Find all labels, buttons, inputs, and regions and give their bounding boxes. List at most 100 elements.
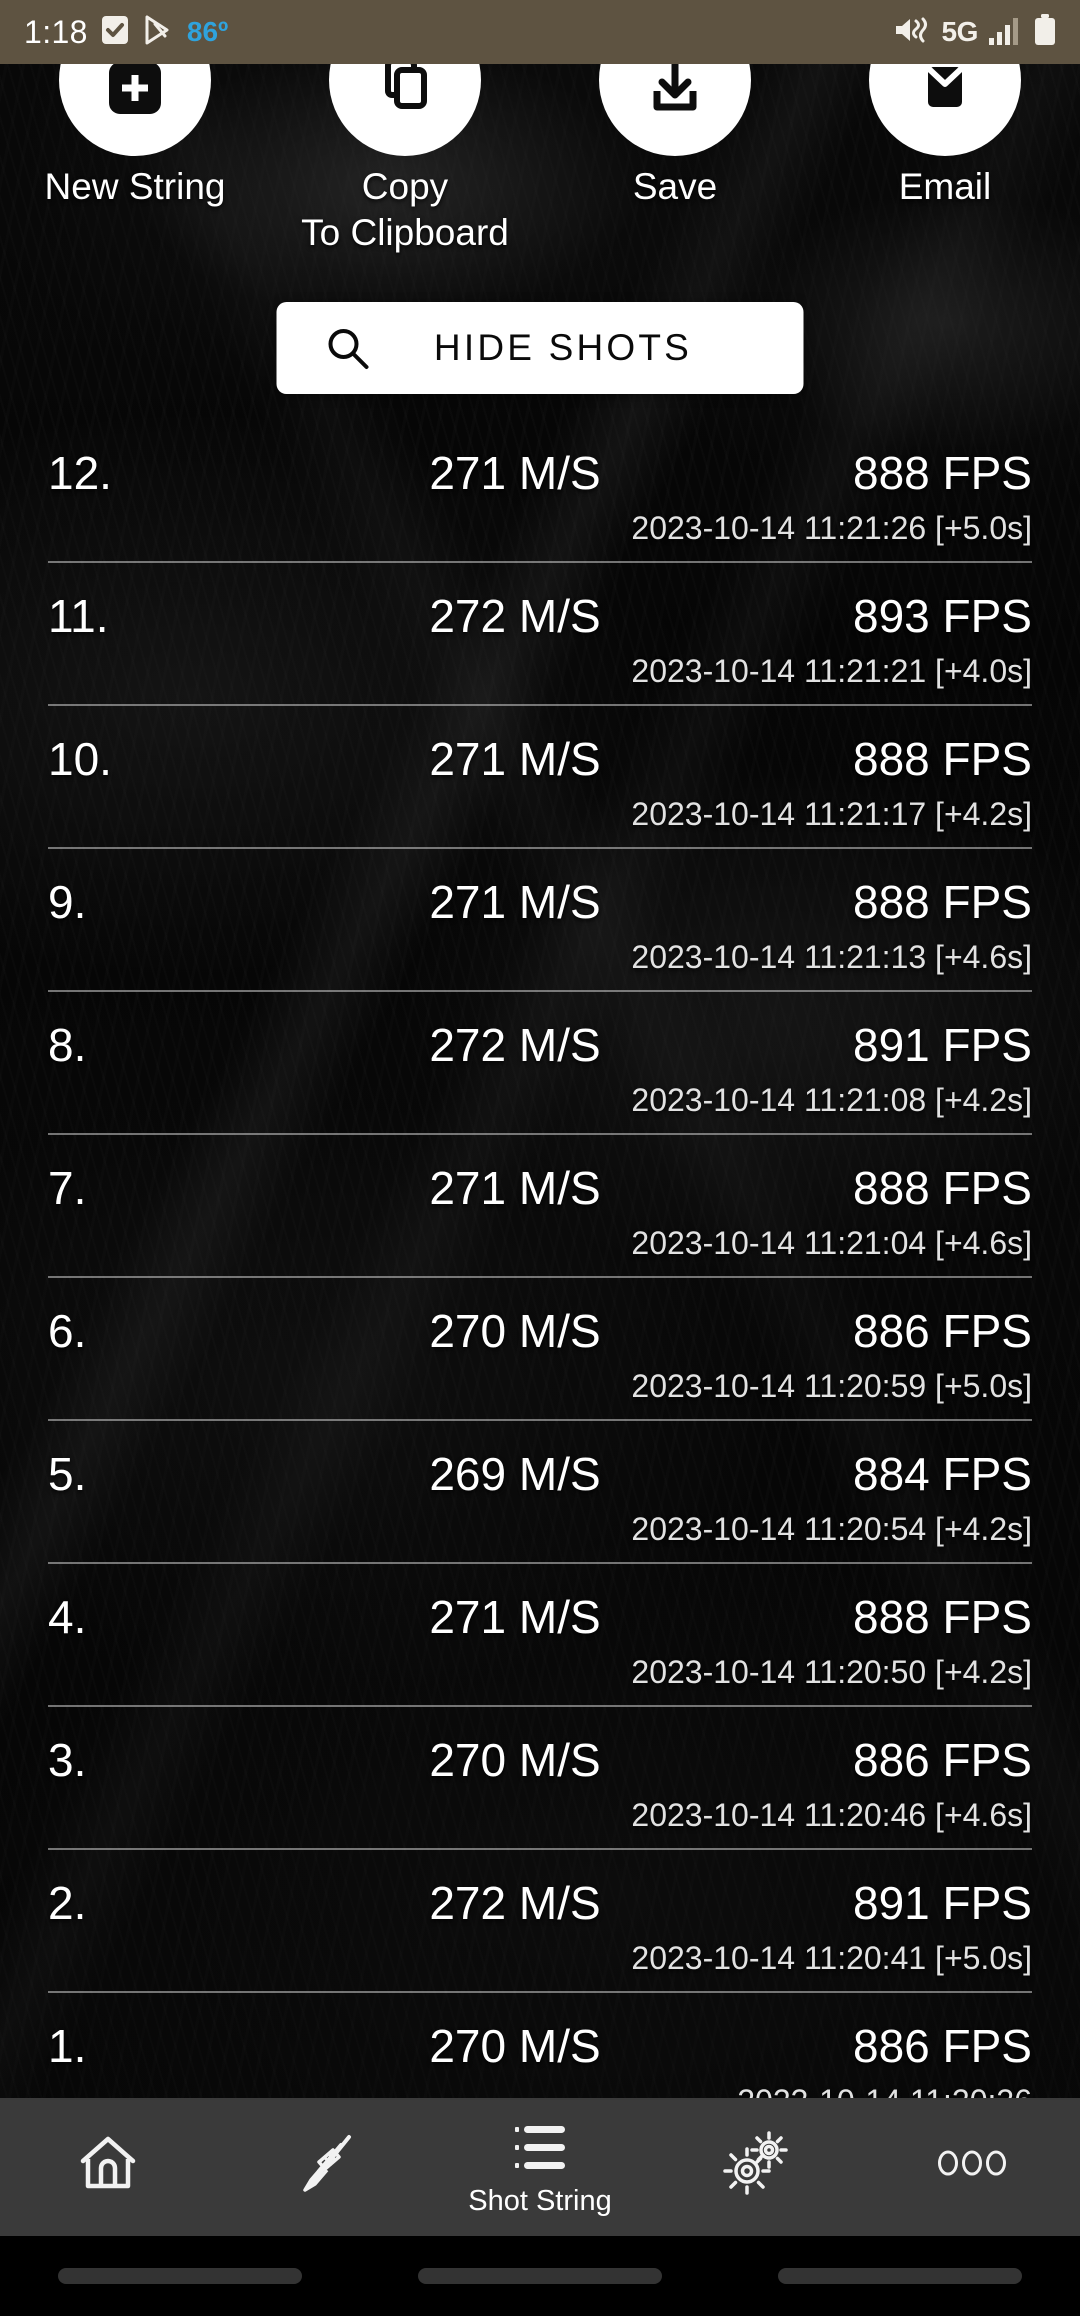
shot-speed-fps: 884 FPS: [853, 1448, 1032, 1500]
shot-speed-fps: 886 FPS: [853, 1734, 1032, 1786]
shot-speed-ms: 272 M/S: [429, 1019, 601, 1071]
nav-item-settings[interactable]: [648, 2098, 864, 2236]
shot-speed-ms: 272 M/S: [429, 590, 601, 642]
shot-speed-fps: 891 FPS: [853, 1019, 1032, 1071]
action-toolbar: New String Copy To Clipboard Save Email: [0, 4, 1080, 256]
shot-timestamp: 2023-10-14 11:20:54 [+4.2s]: [631, 1511, 1032, 1547]
bottom-navigation-bar: Shot String: [0, 2098, 1080, 2236]
shot-index: 12.: [48, 447, 112, 499]
save-button[interactable]: Save: [540, 4, 810, 256]
copy-to-clipboard-button[interactable]: Copy To Clipboard: [270, 4, 540, 256]
status-bar-left: 1:18 86º: [24, 14, 228, 51]
status-bar-clock: 1:18: [24, 13, 88, 50]
shot-timestamp: 2023-10-14 11:21:21 [+4.0s]: [631, 653, 1032, 689]
weather-temperature: 86º: [186, 16, 229, 47]
shot-timestamp: 2023-10-14 11:20:50 [+4.2s]: [631, 1654, 1032, 1690]
table-row[interactable]: 2. 272 M/S 891 FPS 2023-10-14 11:20:41 […: [0, 1850, 1080, 1993]
shot-index: 9.: [48, 876, 87, 928]
email-label: Email: [898, 166, 992, 207]
shot-row-main: 7. 271 M/S 888 FPS: [48, 1135, 1032, 1211]
shot-timestamp: 2023-10-14 11:20:41 [+5.0s]: [631, 1940, 1032, 1976]
gears-icon: [720, 2129, 792, 2202]
shot-timestamp: 2023-10-14 11:21:26 [+5.0s]: [631, 510, 1032, 546]
nav-item-home[interactable]: [0, 2098, 216, 2236]
system-nav-recents-button[interactable]: [58, 2268, 302, 2284]
shot-index: 4.: [48, 1591, 87, 1643]
shot-timestamp: 2023-10-14 11:21:17 [+4.2s]: [631, 796, 1032, 832]
rifle-icon: [289, 2130, 359, 2201]
home-icon: [75, 2130, 141, 2201]
system-nav-back-button[interactable]: [778, 2268, 1022, 2284]
app-screen: 1:18 86º 5G New String Copy To Clipboard…: [0, 0, 1080, 2316]
shot-speed-fps: 891 FPS: [853, 1877, 1032, 1929]
shot-row-main: 6. 270 M/S 886 FPS: [48, 1278, 1032, 1354]
copy-to-clipboard-label: Copy To Clipboard: [301, 166, 509, 253]
checkbox-checked-icon: [101, 15, 129, 50]
nav-item-shot-string-label: Shot String: [468, 2185, 612, 2217]
shot-timestamp: 2023-10-14 11:21:08 [+4.2s]: [631, 1082, 1032, 1118]
shot-speed-fps: 888 FPS: [853, 1591, 1032, 1643]
network-type-label: 5G: [941, 16, 978, 47]
shot-speed-fps: 888 FPS: [853, 876, 1032, 928]
table-row[interactable]: 11. 272 M/S 893 FPS 2023-10-14 11:21:21 …: [0, 563, 1080, 706]
nav-item-more[interactable]: [864, 2098, 1080, 2236]
shot-speed-ms: 271 M/S: [429, 1591, 601, 1643]
search-icon: [325, 325, 371, 371]
shot-speed-ms: 270 M/S: [429, 2020, 601, 2072]
new-string-button[interactable]: New String: [0, 4, 270, 256]
shot-row-main: 2. 272 M/S 891 FPS: [48, 1850, 1032, 1926]
shot-speed-ms: 271 M/S: [429, 447, 601, 499]
shot-index: 7.: [48, 1162, 87, 1214]
nav-item-rifle[interactable]: [216, 2098, 432, 2236]
system-nav-home-button[interactable]: [418, 2268, 662, 2284]
table-row[interactable]: 12. 271 M/S 888 FPS 2023-10-14 11:21:26 …: [0, 420, 1080, 563]
table-row[interactable]: 9. 271 M/S 888 FPS 2023-10-14 11:21:13 […: [0, 849, 1080, 992]
shot-speed-fps: 888 FPS: [853, 733, 1032, 785]
shot-speed-ms: 269 M/S: [429, 1448, 601, 1500]
table-row[interactable]: 4. 271 M/S 888 FPS 2023-10-14 11:20:50 […: [0, 1564, 1080, 1707]
shot-speed-ms: 271 M/S: [429, 733, 601, 785]
shot-speed-fps: 893 FPS: [853, 590, 1032, 642]
system-navigation-bar: [0, 2236, 1080, 2316]
shot-index: 11.: [48, 590, 109, 642]
more-dots-icon: [934, 2145, 1010, 2186]
hide-shots-label: HIDE SHOTS: [433, 327, 693, 368]
table-row[interactable]: 3. 270 M/S 886 FPS 2023-10-14 11:20:46 […: [0, 1707, 1080, 1850]
shot-timestamp: 2023-10-14 11:21:04 [+4.6s]: [631, 1225, 1032, 1261]
shot-row-main: 9. 271 M/S 888 FPS: [48, 849, 1032, 925]
status-bar-right: 5G: [892, 13, 1056, 51]
shot-index: 10.: [48, 733, 112, 785]
hide-shots-button[interactable]: HIDE SHOTS: [276, 302, 804, 394]
mute-vibrate-icon: [892, 15, 930, 50]
shot-index: 2.: [48, 1877, 87, 1929]
table-row[interactable]: 8. 272 M/S 891 FPS 2023-10-14 11:21:08 […: [0, 992, 1080, 1135]
shot-timestamp: 2023-10-14 11:20:46 [+4.6s]: [631, 1797, 1032, 1833]
save-label: Save: [632, 166, 718, 207]
list-icon: [507, 2118, 573, 2183]
shot-index: 1.: [48, 2020, 87, 2072]
battery-icon: [1034, 13, 1056, 51]
shot-row-main: 12. 271 M/S 888 FPS: [48, 420, 1032, 496]
nav-item-shot-string[interactable]: Shot String: [432, 2098, 648, 2236]
table-row[interactable]: 6. 270 M/S 886 FPS 2023-10-14 11:20:59 […: [0, 1278, 1080, 1421]
shot-speed-ms: 270 M/S: [429, 1734, 601, 1786]
shot-row-main: 8. 272 M/S 891 FPS: [48, 992, 1032, 1068]
shot-row-main: 3. 270 M/S 886 FPS: [48, 1707, 1032, 1783]
shot-string-list[interactable]: 12. 271 M/S 888 FPS 2023-10-14 11:21:26 …: [0, 420, 1080, 2138]
shot-row-main: 1. 270 M/S 886 FPS: [48, 1993, 1032, 2069]
play-store-icon: [142, 14, 174, 51]
shot-speed-ms: 271 M/S: [429, 876, 601, 928]
new-string-label: New String: [44, 166, 226, 207]
shot-index: 5.: [48, 1448, 87, 1500]
shot-row-main: 5. 269 M/S 884 FPS: [48, 1421, 1032, 1497]
shot-speed-ms: 272 M/S: [429, 1877, 601, 1929]
shot-index: 3.: [48, 1734, 87, 1786]
shot-row-main: 11. 272 M/S 893 FPS: [48, 563, 1032, 639]
table-row[interactable]: 7. 271 M/S 888 FPS 2023-10-14 11:21:04 […: [0, 1135, 1080, 1278]
shot-speed-ms: 270 M/S: [429, 1305, 601, 1357]
table-row[interactable]: 5. 269 M/S 884 FPS 2023-10-14 11:20:54 […: [0, 1421, 1080, 1564]
table-row[interactable]: 10. 271 M/S 888 FPS 2023-10-14 11:21:17 …: [0, 706, 1080, 849]
shot-speed-fps: 888 FPS: [853, 1162, 1032, 1214]
shot-row-main: 10. 271 M/S 888 FPS: [48, 706, 1032, 782]
email-button[interactable]: Email: [810, 4, 1080, 256]
